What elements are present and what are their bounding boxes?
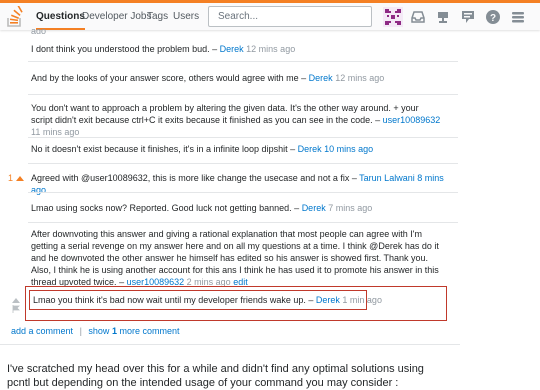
inbox-icon[interactable] — [410, 9, 426, 25]
show-more-comments-link[interactable]: show 1 more comment — [88, 326, 179, 336]
stackoverflow-logo-icon[interactable] — [6, 6, 24, 28]
comment-date[interactable]: 12 mins ago — [335, 73, 384, 83]
comment-user[interactable]: Derek — [220, 44, 244, 54]
comment-user[interactable]: user10089632 — [383, 115, 441, 125]
comment-divider — [28, 222, 458, 223]
cutoff-date: ago — [31, 28, 47, 34]
comment-date[interactable]: 1 min ago — [342, 295, 382, 305]
upvote-icon[interactable] — [12, 298, 20, 303]
comment-body: I dont think you understood the problem … — [31, 44, 296, 54]
comment-date[interactable]: 12 mins ago — [246, 44, 295, 54]
search-input[interactable]: Search... — [208, 6, 372, 27]
comment-body: Lmao using socks now? Reported. Good luc… — [31, 203, 373, 213]
comment-body: Lmao you think it's bad now wait until m… — [33, 295, 382, 305]
svg-text:?: ? — [490, 13, 496, 24]
comment-user[interactable]: Derek — [316, 295, 340, 305]
comment-divider — [28, 163, 458, 164]
comment-user[interactable]: Derek — [298, 144, 322, 154]
nav-users[interactable]: Users — [173, 3, 199, 30]
comment-user[interactable]: Tarun Lalwani — [359, 173, 415, 183]
comment-date[interactable]: 7 mins ago — [328, 203, 372, 213]
comment-body: You don't want to approach a problem by … — [31, 103, 441, 137]
upvote-icon[interactable] — [16, 176, 24, 181]
help-icon[interactable]: ? — [485, 9, 501, 25]
avatar[interactable] — [383, 7, 403, 27]
comment-divider — [28, 61, 458, 62]
answer-body: I've scratched my head over this for a w… — [7, 363, 424, 389]
answer-separator — [0, 344, 460, 345]
comment-body: And by the looks of your answer score, o… — [31, 73, 385, 83]
comment-divider — [28, 192, 458, 193]
link-separator: | — [79, 326, 82, 336]
comment-score: 1 — [8, 173, 14, 183]
comment-divider — [28, 94, 458, 95]
comment-body: No it doesn't exist because it finishes,… — [31, 144, 374, 154]
add-comment-link[interactable]: add a comment — [11, 326, 73, 336]
achievements-icon[interactable] — [435, 9, 451, 25]
comment-date[interactable]: 11 mins ago — [31, 127, 79, 137]
comment-user[interactable]: Derek — [309, 73, 333, 83]
nav-developer-jobs[interactable]: Developer Jobs — [82, 3, 151, 30]
comment-divider — [28, 137, 458, 138]
nav-tags[interactable]: Tags — [147, 3, 168, 30]
top-bar: Questions Developer Jobs Tags Users Sear… — [0, 0, 540, 30]
comment-body: After downvoting this answer and giving … — [31, 229, 439, 287]
flag-icon[interactable] — [12, 305, 20, 313]
comment-user[interactable]: Derek — [302, 203, 326, 213]
review-queues-icon[interactable] — [460, 9, 476, 25]
comment-links: add a comment | show 1 more comment — [11, 326, 180, 336]
comment-date[interactable]: 10 mins ago — [324, 144, 373, 154]
nav-questions[interactable]: Questions — [36, 3, 85, 30]
site-switcher-icon[interactable] — [510, 9, 526, 25]
